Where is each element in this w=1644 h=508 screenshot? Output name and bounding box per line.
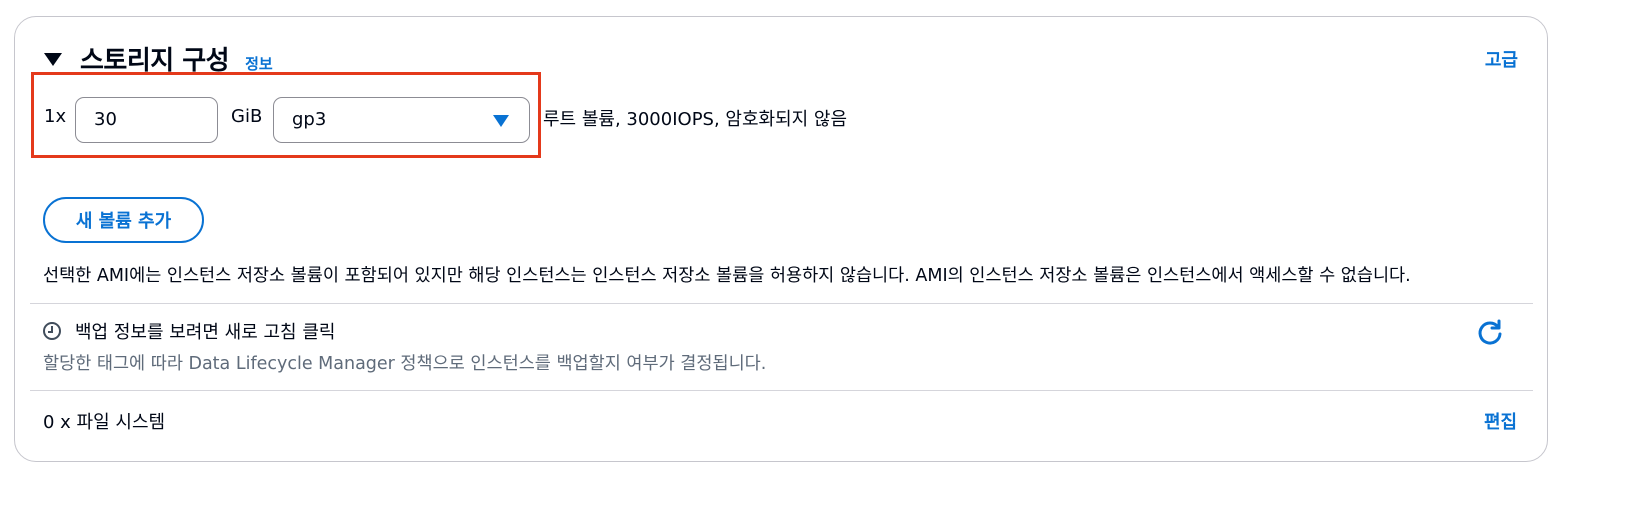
backup-title: 백업 정보를 보려면 새로 고침 클릭 — [75, 322, 336, 343]
info-link[interactable]: 정보 — [245, 53, 273, 74]
volume-type-value: gp3 — [292, 109, 327, 130]
advanced-link[interactable]: 고급 — [1485, 46, 1518, 72]
refresh-icon[interactable] — [1476, 318, 1504, 346]
divider — [30, 390, 1533, 391]
divider — [30, 303, 1533, 304]
add-volume-button[interactable]: 새 볼륨 추가 — [43, 197, 204, 243]
volume-type-select[interactable]: gp3 — [273, 97, 530, 143]
volume-description: 루트 볼륨, 3000IOPS, 암호화되지 않음 — [543, 109, 848, 130]
volume-size-input[interactable]: 30 — [75, 97, 218, 143]
section-title: 스토리지 구성 — [80, 45, 230, 76]
volume-count-label: 1x — [44, 106, 67, 127]
instance-store-notice: 선택한 AMI에는 인스턴스 저장소 볼륨이 포함되어 있지만 해당 인스턴스는… — [43, 266, 1411, 286]
backup-row: 백업 정보를 보려면 새로 고침 클릭 — [43, 318, 335, 344]
file-systems-label: 0 x 파일 시스템 — [43, 412, 166, 433]
clock-icon — [43, 322, 61, 340]
backup-description: 할당한 태그에 따라 Data Lifecycle Manager 정책으로 인… — [43, 354, 767, 374]
chevron-down-icon — [493, 115, 509, 127]
edit-file-systems-link[interactable]: 편집 — [1484, 408, 1517, 434]
caret-down-icon[interactable] — [44, 52, 62, 66]
volume-unit-label: GiB — [231, 106, 263, 127]
